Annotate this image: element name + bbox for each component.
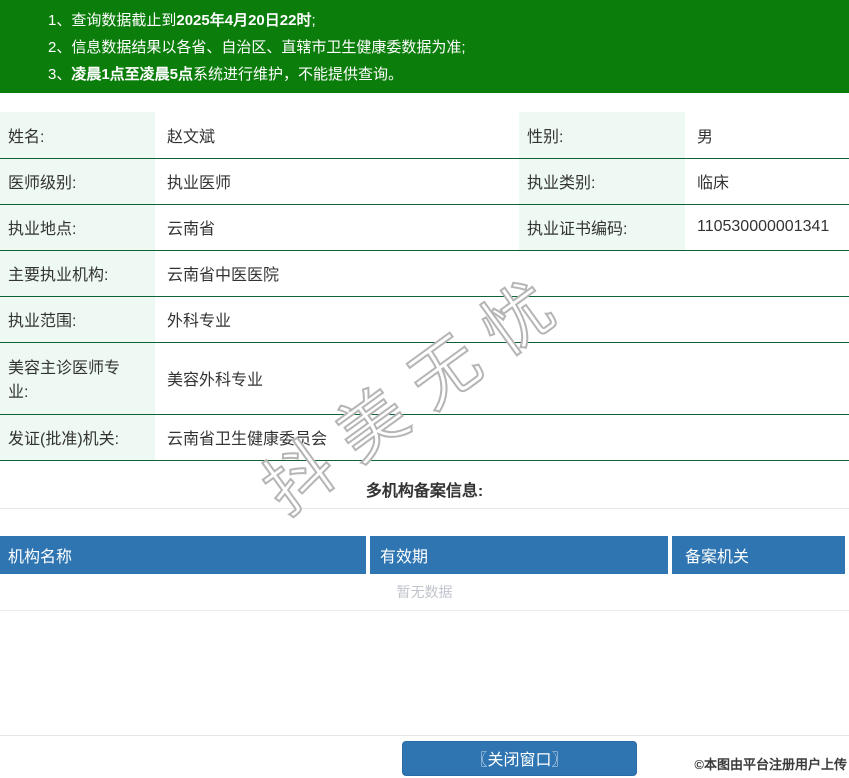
table-row: 姓名: 赵文斌 性别: 男 bbox=[0, 112, 849, 158]
field-value-gender: 男 bbox=[685, 112, 849, 158]
close-window-button[interactable]: 〖关闭窗口〗 bbox=[402, 740, 637, 776]
table-row: 医师级别: 执业医师 执业类别: 临床 bbox=[0, 158, 849, 204]
field-label-main-institution: 主要执业机构: bbox=[0, 250, 155, 296]
field-value-doctor-level: 执业医师 bbox=[155, 158, 519, 204]
field-value-practice-type: 临床 bbox=[685, 158, 849, 204]
column-header-filing-authority: 备案机关 bbox=[672, 535, 845, 574]
field-label-gender: 性别: bbox=[519, 112, 685, 158]
table-row: 发证(批准)机关: 云南省卫生健康委员会 bbox=[0, 414, 849, 460]
field-value-certificate-no: 110530000001341 bbox=[685, 204, 849, 250]
field-value-cosmetic-specialty: 美容外科专业 bbox=[155, 342, 849, 414]
field-value-practice-location: 云南省 bbox=[155, 204, 519, 250]
field-label-issuing-authority: 发证(批准)机关: bbox=[0, 414, 155, 460]
table-row: 执业地点: 云南省 执业证书编码: 110530000001341 bbox=[0, 204, 849, 250]
field-label-doctor-level: 医师级别: bbox=[0, 158, 155, 204]
field-value-practice-scope: 外科专业 bbox=[155, 296, 849, 342]
field-value-main-institution: 云南省中医医院 bbox=[155, 250, 849, 296]
notice-line-3: 3、凌晨1点至凌晨5点系统进行维护，不能提供查询。 bbox=[48, 66, 404, 83]
uploader-caption: ©本图由平台注册用户上传 bbox=[694, 756, 847, 772]
practitioner-details-table: 姓名: 赵文斌 性别: 男 医师级别: 执业医师 执业类别: 临床 执业地点: … bbox=[0, 112, 849, 461]
notice-line-2: 2、信息数据结果以各省、自治区、直辖市卫生健康委数据为准; bbox=[48, 39, 466, 56]
field-label-practice-type: 执业类别: bbox=[519, 158, 685, 204]
filing-section-title: 多机构备案信息: bbox=[0, 461, 849, 509]
column-header-institution-name: 机构名称 bbox=[0, 535, 366, 574]
table-row: 美容主诊医师专业: 美容外科专业 bbox=[0, 342, 849, 414]
table-row: 执业范围: 外科专业 bbox=[0, 296, 849, 342]
field-label-name: 姓名: bbox=[0, 112, 155, 158]
notice-banner: 1、查询数据截止到2025年4月20日22时; 2、信息数据结果以各省、自治区、… bbox=[0, 0, 849, 93]
column-header-validity-period: 有效期 bbox=[370, 535, 668, 574]
filing-table-header: 机构名称 有效期 备案机关 bbox=[0, 535, 849, 574]
field-value-name: 赵文斌 bbox=[155, 112, 519, 158]
field-label-practice-scope: 执业范围: bbox=[0, 296, 155, 342]
field-value-issuing-authority: 云南省卫生健康委员会 bbox=[155, 414, 849, 460]
field-label-cosmetic-specialty: 美容主诊医师专业: bbox=[0, 342, 155, 414]
field-label-practice-location: 执业地点: bbox=[0, 204, 155, 250]
footer: 〖关闭窗口〗 ©本图由平台注册用户上传 bbox=[0, 734, 849, 776]
table-row: 主要执业机构: 云南省中医医院 bbox=[0, 250, 849, 296]
empty-data-message: 暂无数据 bbox=[0, 574, 849, 611]
field-label-certificate-no: 执业证书编码: bbox=[519, 204, 685, 250]
notice-line-1: 1、查询数据截止到2025年4月20日22时; bbox=[48, 12, 316, 29]
